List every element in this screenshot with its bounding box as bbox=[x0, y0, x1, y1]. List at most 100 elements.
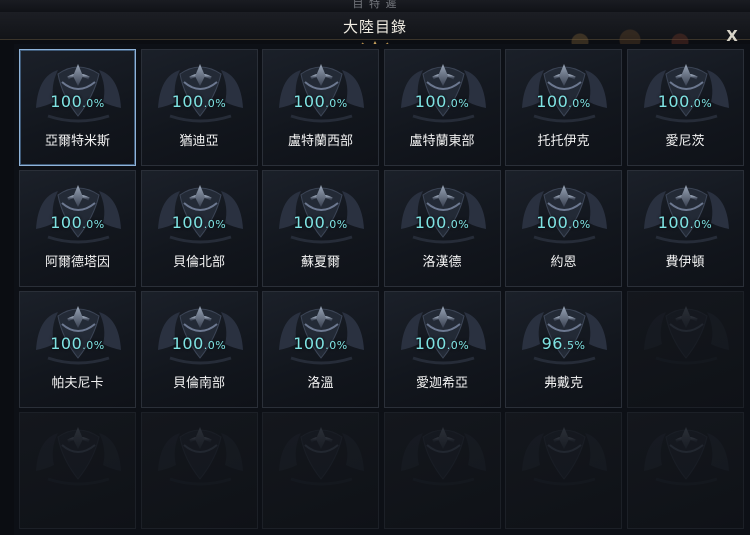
completion-percent-dec: .0% bbox=[446, 218, 470, 231]
completion-percent-int: 100 bbox=[171, 334, 204, 353]
continent-name: 盧特蘭東部 bbox=[409, 134, 475, 149]
completion-percent-int: 96 bbox=[541, 334, 563, 353]
continent-tile[interactable]: 100.0% 洛漢德 bbox=[383, 170, 501, 287]
continent-emblem-icon bbox=[279, 64, 364, 123]
completion-percent: 100.0% bbox=[20, 92, 135, 111]
continent-tile[interactable]: 100.0% 帕夫尼卡 bbox=[19, 291, 136, 408]
continent-emblem-icon bbox=[522, 427, 607, 486]
continent-name: 托托伊克 bbox=[537, 134, 590, 149]
continent-name: 盧特蘭西部 bbox=[287, 134, 353, 149]
completion-percent-dec: .0% bbox=[446, 97, 470, 110]
completion-percent-dec: .0% bbox=[82, 339, 105, 352]
completion-percent: 100.0% bbox=[385, 92, 500, 111]
completion-percent-int: 100 bbox=[171, 213, 204, 232]
completion-percent-int: 100 bbox=[414, 334, 447, 353]
completion-percent-dec: .5% bbox=[562, 339, 586, 352]
completion-percent: 100.0% bbox=[142, 92, 257, 111]
close-button[interactable]: X bbox=[722, 26, 742, 46]
continent-tile[interactable]: 100.0% 猶迪亞 bbox=[140, 49, 258, 166]
continent-name: 洛溫 bbox=[307, 376, 334, 391]
completion-percent-int: 100 bbox=[50, 213, 83, 232]
completion-percent-int: 100 bbox=[414, 213, 447, 232]
completion-percent-dec: .0% bbox=[82, 218, 105, 231]
continent-emblem-icon bbox=[157, 64, 243, 123]
continent-name: 猶迪亞 bbox=[179, 134, 219, 149]
continent-tile[interactable]: 100.0% 貝倫南部 bbox=[140, 291, 258, 408]
continent-emblem-icon bbox=[643, 185, 729, 244]
continent-emblem-icon bbox=[157, 306, 243, 365]
continent-name: 愛尼茨 bbox=[665, 134, 705, 149]
continent-tile[interactable]: 100.0% 愛迦希亞 bbox=[383, 291, 501, 408]
continent-tile[interactable]: 100.0% 盧特蘭東部 bbox=[383, 49, 501, 166]
completion-percent-dec: .0% bbox=[568, 97, 591, 110]
continent-tile[interactable]: 100.0% 洛溫 bbox=[262, 291, 379, 408]
continent-emblem-icon bbox=[400, 185, 486, 244]
continent-emblem-icon bbox=[36, 306, 121, 365]
completion-percent: 100.0% bbox=[263, 334, 378, 353]
window-titlebar: 大陸目錄 X bbox=[0, 12, 750, 53]
continent-emblem-icon bbox=[279, 185, 364, 244]
continent-tile[interactable]: 100.0% 貝倫北部 bbox=[140, 170, 258, 287]
continent-emblem-icon bbox=[643, 427, 729, 486]
empty-slot bbox=[626, 291, 744, 408]
continent-emblem-icon bbox=[157, 185, 243, 244]
empty-slot bbox=[505, 412, 622, 529]
completion-percent-int: 100 bbox=[536, 213, 569, 232]
continent-emblem-icon bbox=[36, 185, 121, 244]
empty-slot bbox=[140, 412, 258, 529]
continent-tile[interactable]: 100.0% 約恩 bbox=[505, 170, 622, 287]
completion-percent-int: 100 bbox=[536, 92, 569, 111]
completion-percent: 100.0% bbox=[142, 213, 257, 232]
continent-emblem-icon bbox=[400, 64, 486, 123]
continent-emblem-icon bbox=[279, 306, 364, 365]
completion-percent: 100.0% bbox=[142, 334, 257, 353]
continent-name: 洛漢德 bbox=[422, 255, 462, 270]
completion-percent: 100.0% bbox=[506, 213, 621, 232]
continent-tile[interactable]: 100.0% 阿爾德塔因 bbox=[19, 170, 136, 287]
continent-name: 貝倫南部 bbox=[172, 376, 225, 391]
continent-name: 愛迦希亞 bbox=[415, 376, 468, 391]
continent-tile[interactable]: 100.0% 愛尼茨 bbox=[626, 49, 744, 166]
continent-name: 貝倫北部 bbox=[172, 255, 225, 270]
completion-percent-int: 100 bbox=[414, 92, 447, 111]
continent-emblem-icon bbox=[157, 427, 243, 486]
continent-tile[interactable]: 96.5% 弗戴克 bbox=[505, 291, 622, 408]
empty-slot bbox=[626, 412, 744, 529]
completion-percent-int: 100 bbox=[171, 92, 204, 111]
continent-emblem-icon bbox=[36, 64, 121, 123]
continent-emblem-icon bbox=[400, 427, 486, 486]
continent-tile[interactable]: 100.0% 亞爾特米斯 bbox=[19, 49, 136, 166]
completion-percent: 100.0% bbox=[628, 213, 743, 232]
completion-percent-dec: .0% bbox=[446, 339, 470, 352]
completion-percent: 100.0% bbox=[20, 213, 135, 232]
completion-percent-int: 100 bbox=[293, 213, 326, 232]
continent-name: 蘇夏爾 bbox=[300, 255, 340, 270]
completion-percent-int: 100 bbox=[50, 334, 83, 353]
completion-percent: 100.0% bbox=[506, 92, 621, 111]
continent-tile[interactable]: 100.0% 盧特蘭西部 bbox=[262, 49, 379, 166]
continent-emblem-icon bbox=[522, 64, 607, 123]
empty-slot bbox=[19, 412, 136, 529]
continent-grid: 100.0% 亞爾特米斯 100.0% 猶迪亞 100.0% 盧特蘭西部 100… bbox=[19, 49, 744, 529]
top-strip-label: 目 特 遲 bbox=[352, 0, 398, 10]
continent-emblem-icon bbox=[522, 306, 607, 365]
completion-percent-dec: .0% bbox=[203, 97, 227, 110]
empty-slot bbox=[262, 412, 379, 529]
completion-percent-int: 100 bbox=[50, 92, 83, 111]
continent-name: 約恩 bbox=[550, 255, 577, 270]
completion-percent-dec: .0% bbox=[568, 218, 591, 231]
continent-tile[interactable]: 100.0% 托托伊克 bbox=[505, 49, 622, 166]
completion-percent-dec: .0% bbox=[82, 97, 105, 110]
completion-percent-dec: .0% bbox=[325, 97, 348, 110]
completion-percent: 96.5% bbox=[506, 334, 621, 353]
continent-tile[interactable]: 100.0% 蘇夏爾 bbox=[262, 170, 379, 287]
completion-percent-dec: .0% bbox=[203, 339, 227, 352]
continent-tile[interactable]: 100.0% 費伊頓 bbox=[626, 170, 744, 287]
completion-percent-dec: .0% bbox=[325, 218, 348, 231]
completion-percent-dec: .0% bbox=[689, 218, 713, 231]
top-strip: 目 特 遲 bbox=[0, 0, 750, 12]
completion-percent-dec: .0% bbox=[325, 339, 348, 352]
completion-percent: 100.0% bbox=[628, 92, 743, 111]
completion-percent: 100.0% bbox=[385, 334, 500, 353]
empty-slot bbox=[383, 412, 501, 529]
